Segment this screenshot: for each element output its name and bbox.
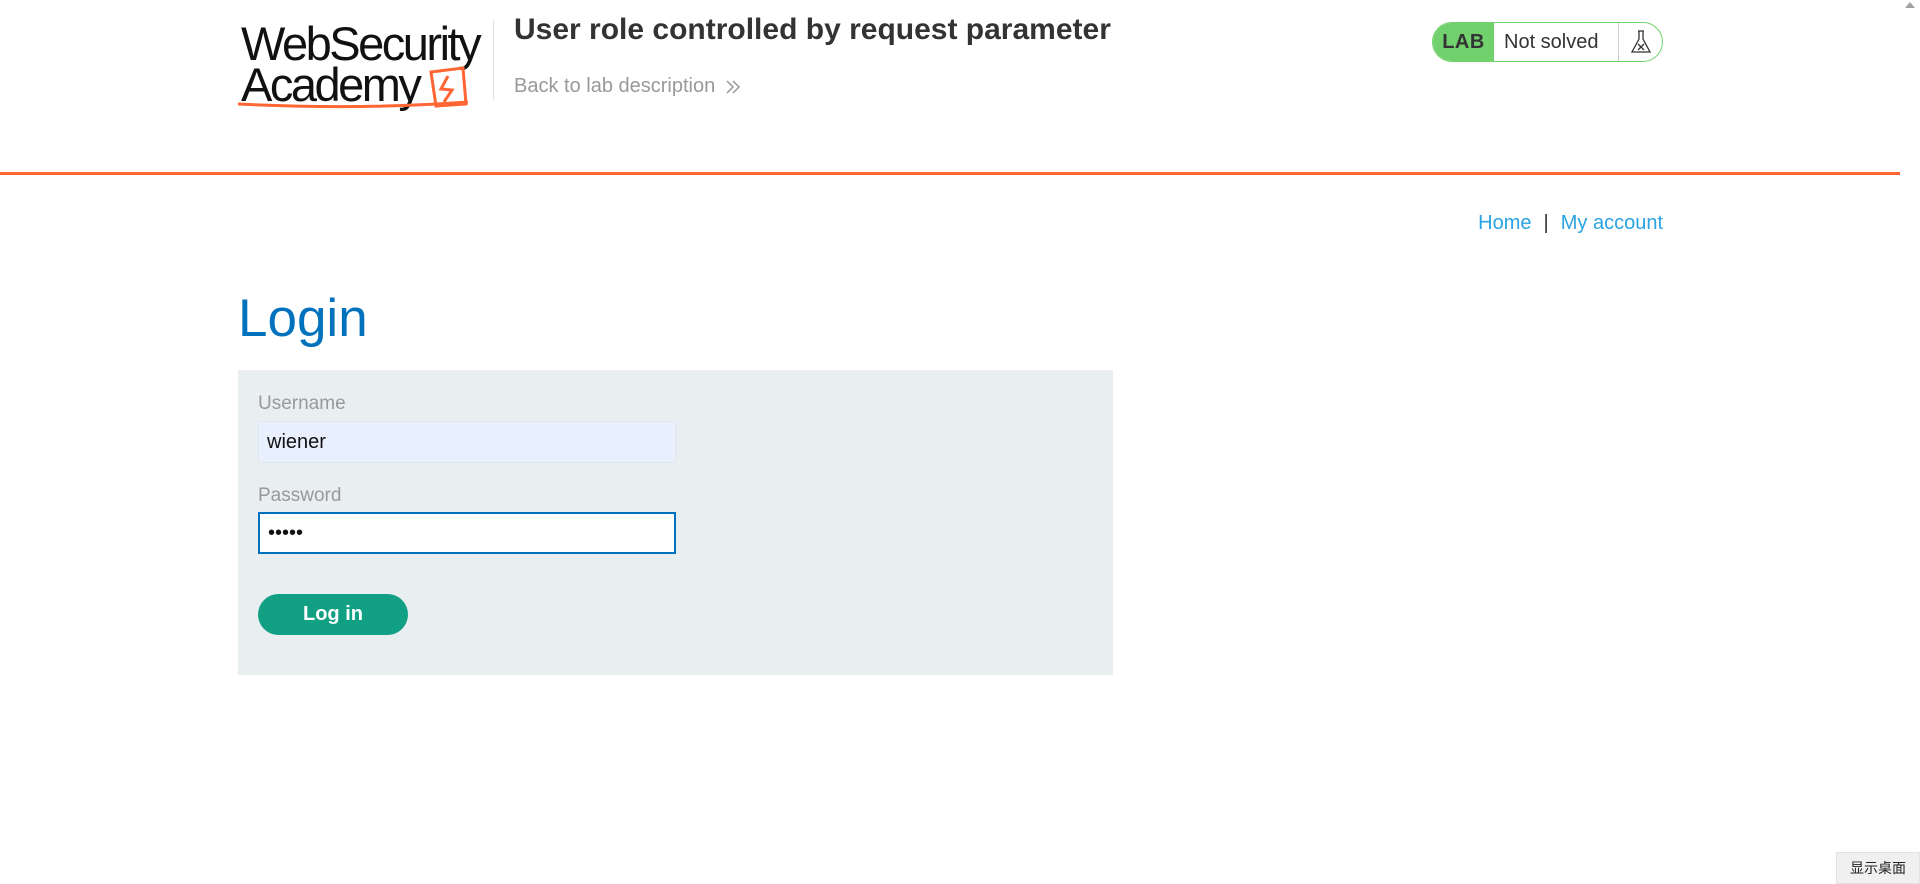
lab-status-text: Not solved	[1504, 30, 1599, 53]
academy-header: WebSecurity Academy User role controlled…	[0, 0, 1900, 175]
password-input[interactable]	[258, 512, 676, 554]
top-links: Home | My account	[1478, 212, 1663, 235]
my-account-link[interactable]: My account	[1561, 212, 1663, 235]
lab-status-widget: LAB Not solved	[1432, 22, 1663, 62]
show-desktop-button[interactable]: 显示桌面	[1836, 852, 1920, 884]
lab-badge: LAB	[1433, 23, 1494, 61]
lab-title: User role controlled by request paramete…	[514, 13, 1111, 46]
nav-separator: |	[1543, 212, 1549, 234]
flask-icon	[1618, 23, 1662, 61]
vertical-scrollbar[interactable]	[1900, 0, 1920, 884]
home-link[interactable]: Home	[1478, 212, 1531, 235]
back-link-label: Back to lab description	[514, 75, 716, 97]
password-label: Password	[258, 485, 342, 506]
header-divider	[493, 20, 494, 100]
web-security-academy-logo[interactable]: WebSecurity Academy	[238, 20, 488, 112]
double-chevron-right-icon	[726, 79, 741, 94]
login-form: Username Password Log in	[238, 370, 1113, 675]
scroll-up-arrow-icon[interactable]	[1905, 2, 1915, 8]
username-label: Username	[258, 393, 346, 414]
logo-mark-icon	[238, 66, 469, 109]
page-title: Login	[238, 289, 368, 348]
log-in-button[interactable]: Log in	[258, 594, 408, 635]
username-input[interactable]	[258, 421, 676, 463]
back-to-lab-description-link[interactable]: Back to lab description	[514, 75, 741, 98]
